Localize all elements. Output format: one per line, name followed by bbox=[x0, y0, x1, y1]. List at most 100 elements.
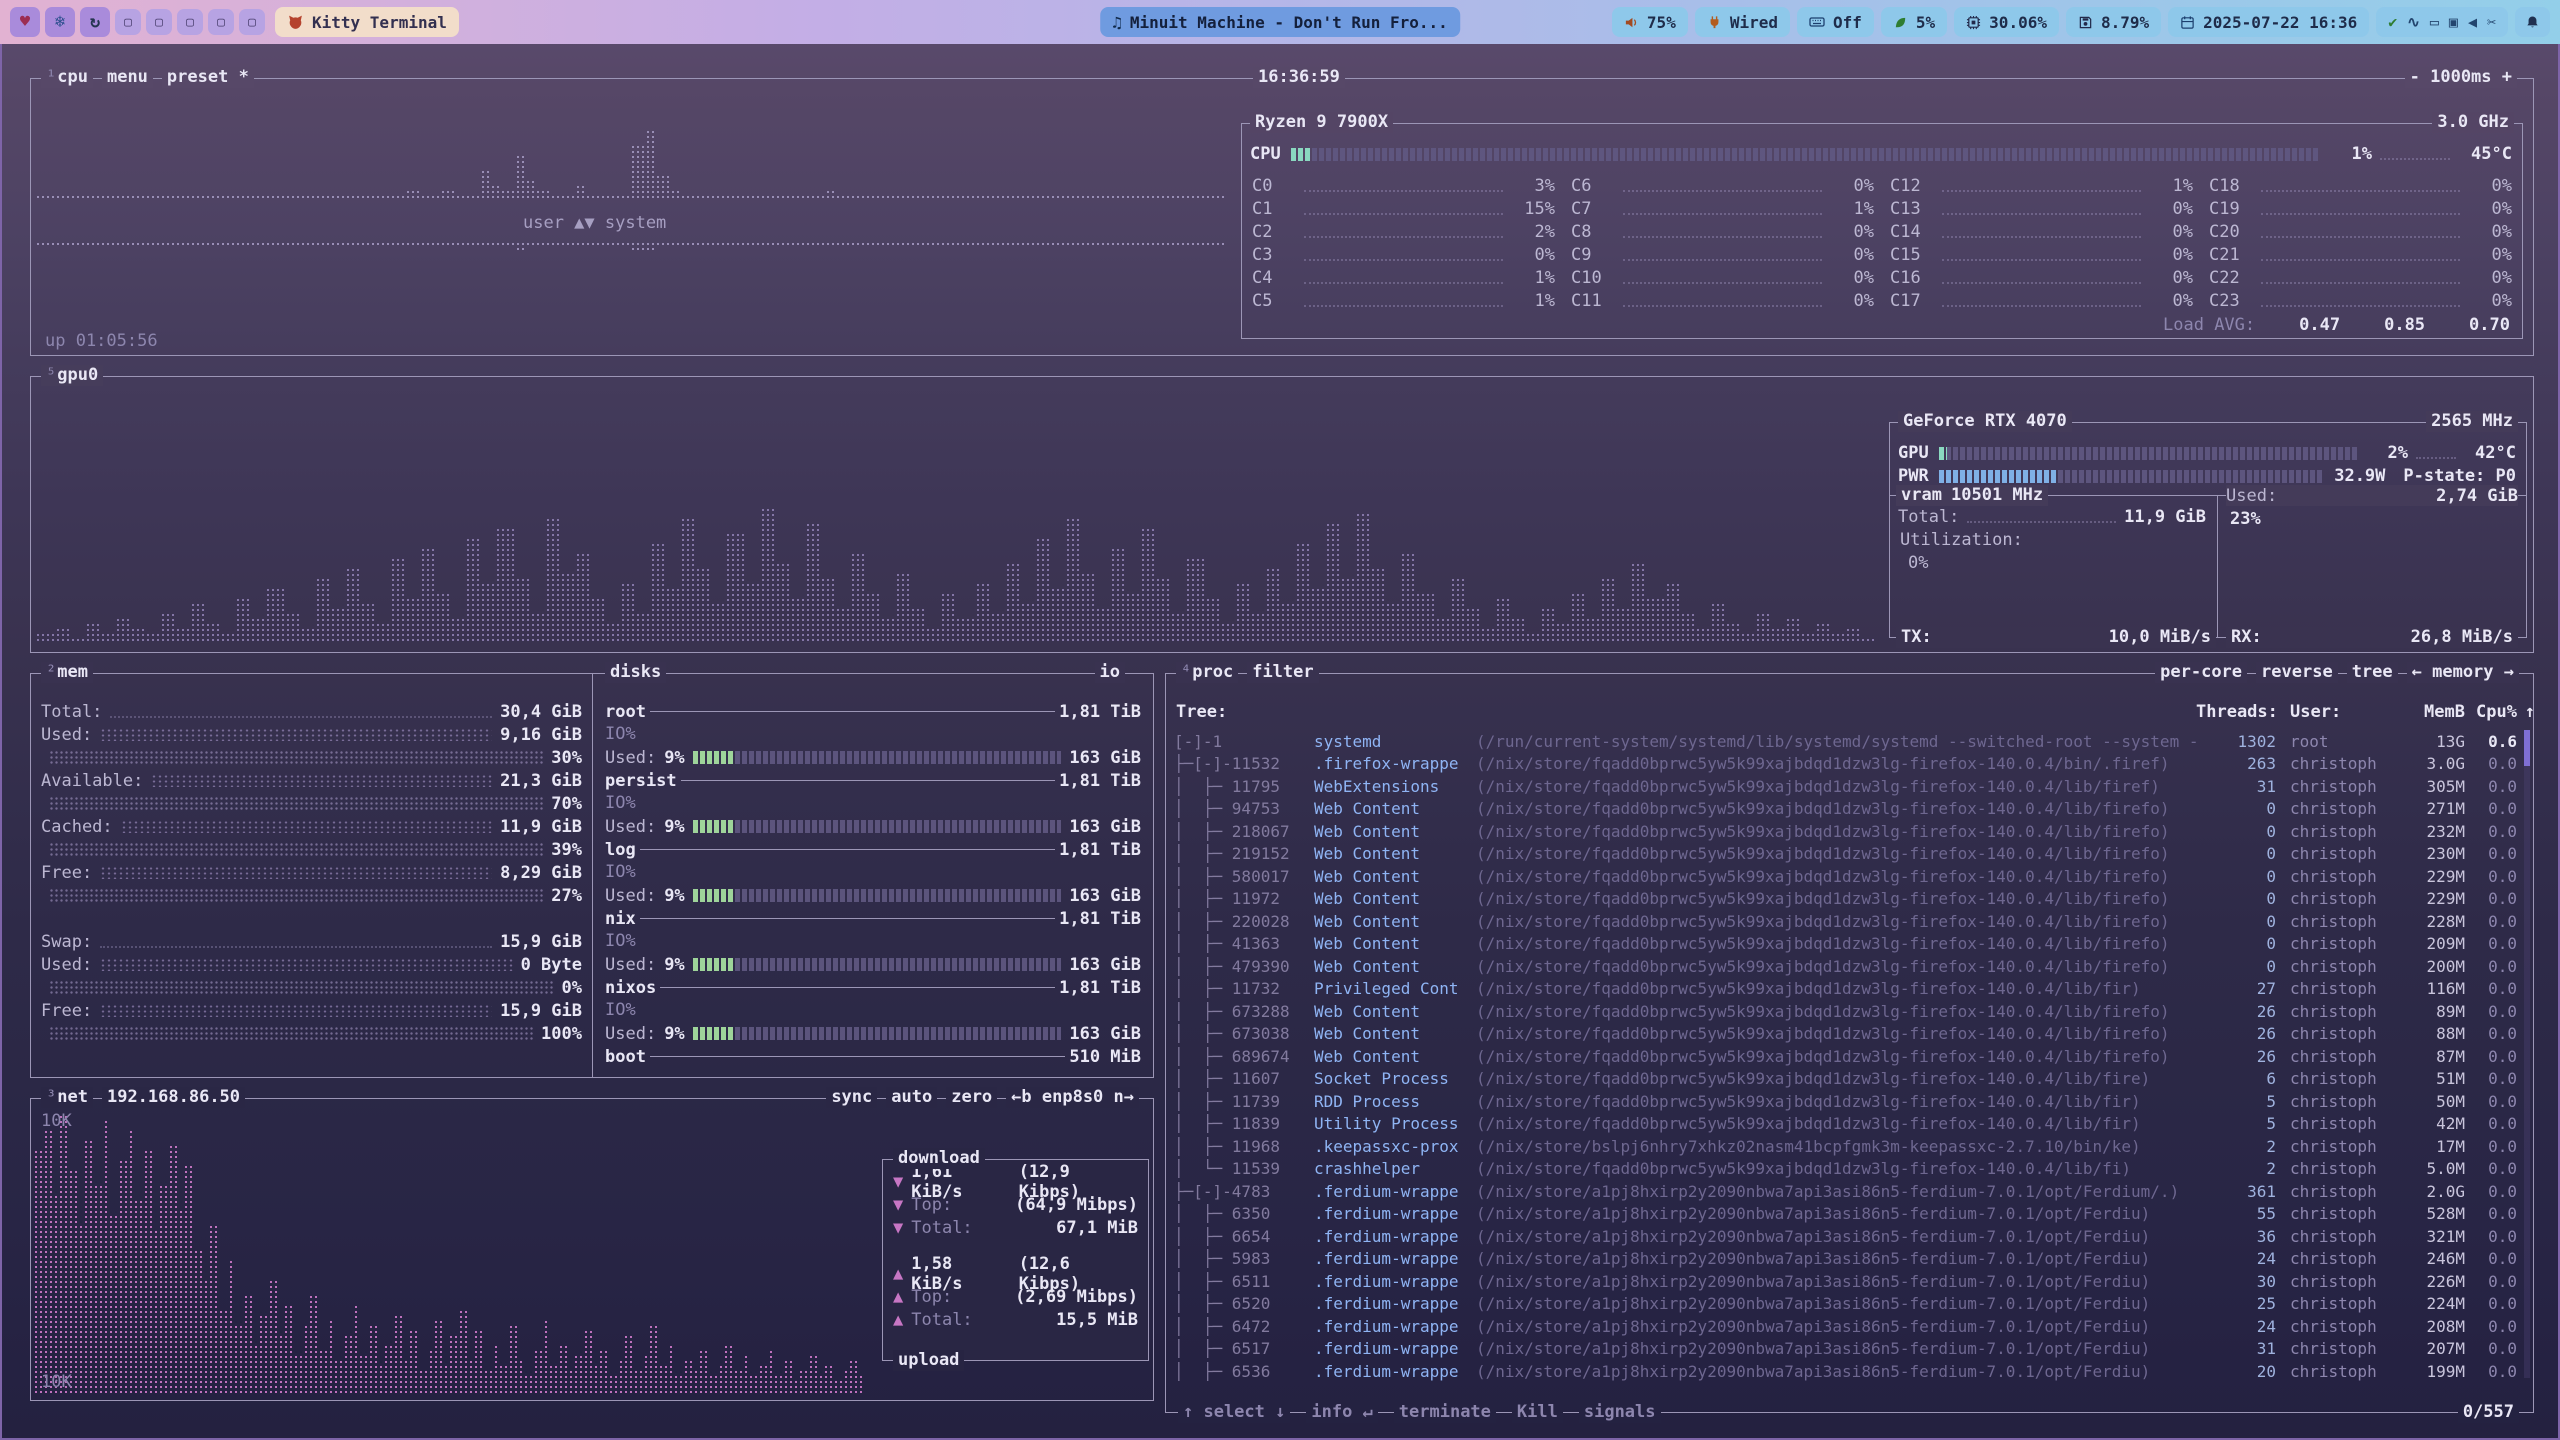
process-row[interactable]: │ └─ 11539 crashhelper (/nix/store/fqadd… bbox=[1174, 1158, 2517, 1181]
process-user: christoph bbox=[2276, 1092, 2391, 1111]
process-row[interactable]: │ ├─ 11795 WebExtensions (/nix/store/fqa… bbox=[1174, 775, 2517, 798]
disks-io-toggle[interactable]: io bbox=[1095, 662, 1125, 683]
tray-icon[interactable]: ✂ bbox=[2487, 13, 2496, 31]
process-row[interactable]: ├─[-]-4783 .ferdium-wrappe (/nix/store/a… bbox=[1174, 1180, 2517, 1203]
process-memory: 207M bbox=[2391, 1339, 2465, 1358]
launcher-icon[interactable]: ❄ bbox=[45, 7, 75, 37]
speaker-icon bbox=[1624, 15, 1639, 30]
network-toggle[interactable]: zero bbox=[946, 1087, 997, 1108]
gpu-pstate: P-state: P0 bbox=[2403, 466, 2516, 486]
header-tree[interactable]: Tree: bbox=[1176, 702, 1227, 722]
tray-icon[interactable]: ▣ bbox=[2449, 13, 2458, 31]
volume-module[interactable]: 75% bbox=[1612, 7, 1688, 37]
disk-separator: persist 1,81 TiB bbox=[593, 769, 1153, 792]
core-label: C3 bbox=[1252, 245, 1296, 265]
process-row[interactable]: │ ├─ 11607 Socket Process (/nix/store/fq… bbox=[1174, 1068, 2517, 1091]
launcher-icon[interactable]: ♥ bbox=[10, 7, 40, 37]
sort-selector[interactable]: ← memory → bbox=[2407, 662, 2519, 683]
process-footer-button[interactable]: terminate bbox=[1394, 1402, 1496, 1423]
core-row: C14 0% bbox=[1890, 220, 2193, 243]
process-row[interactable]: │ ├─ 6517 .ferdium-wrappe (/nix/store/a1… bbox=[1174, 1338, 2517, 1361]
process-row[interactable]: │ ├─ 219152 Web Content (/nix/store/fqad… bbox=[1174, 843, 2517, 866]
process-memory: 229M bbox=[2391, 867, 2465, 886]
process-row[interactable]: │ ├─ 11968 .keepassxc-prox (/nix/store/b… bbox=[1174, 1135, 2517, 1158]
launcher-icon[interactable]: ▢ bbox=[208, 9, 234, 35]
process-threads: 0 bbox=[2196, 822, 2276, 841]
memory-row: 100% bbox=[31, 1022, 592, 1045]
memory-row-graph bbox=[100, 958, 512, 971]
tray-icon[interactable]: ∿ bbox=[2407, 13, 2420, 31]
process-row[interactable]: │ ├─ 6654 .ferdium-wrappe (/nix/store/a1… bbox=[1174, 1225, 2517, 1248]
launcher-icon[interactable]: ▢ bbox=[115, 9, 141, 35]
process-row[interactable]: ├─[-]-11532 .firefox-wrappe (/nix/store/… bbox=[1174, 753, 2517, 776]
process-scrollbar-thumb[interactable] bbox=[2524, 730, 2530, 766]
launcher-icon[interactable]: ▢ bbox=[146, 9, 172, 35]
process-row[interactable]: │ ├─ 11839 Utility Process (/nix/store/f… bbox=[1174, 1113, 2517, 1136]
clock-module[interactable]: 2025-07-22 16:36 bbox=[2168, 7, 2369, 37]
process-row[interactable]: │ ├─ 6511 .ferdium-wrappe (/nix/store/a1… bbox=[1174, 1270, 2517, 1293]
process-scrollbar[interactable] bbox=[2524, 730, 2530, 1378]
core-row: C0 3% bbox=[1252, 174, 1555, 197]
process-row[interactable]: │ ├─ 580017 Web Content (/nix/store/fqad… bbox=[1174, 865, 2517, 888]
process-row[interactable]: │ ├─ 6520 .ferdium-wrappe (/nix/store/a1… bbox=[1174, 1293, 2517, 1316]
memory-module[interactable]: 30.06% bbox=[1954, 7, 2059, 37]
terminal-button[interactable]: Kitty Terminal bbox=[275, 7, 459, 37]
process-footer-button[interactable]: signals bbox=[1579, 1402, 1661, 1423]
launcher-icon[interactable]: ▢ bbox=[239, 9, 265, 35]
reverse-toggle[interactable]: reverse bbox=[2256, 662, 2338, 683]
process-row[interactable]: │ ├─ 11732 Privileged Cont (/nix/store/f… bbox=[1174, 978, 2517, 1001]
menu-button[interactable]: menu bbox=[102, 67, 153, 88]
tray-icon[interactable]: ◀ bbox=[2468, 13, 2477, 31]
scroll-up-indicator[interactable]: ↑ bbox=[2525, 702, 2535, 722]
process-threads: 263 bbox=[2196, 754, 2276, 773]
header-threads[interactable]: Threads: bbox=[2196, 702, 2276, 722]
launcher-icon[interactable]: ↻ bbox=[80, 7, 110, 37]
tray-icon[interactable]: ✔ bbox=[2388, 13, 2397, 31]
disk-entry: log 1,81 TiB IO% Used: 9% 163 GiB bbox=[593, 838, 1153, 907]
cpu-module[interactable]: 5% bbox=[1881, 7, 1947, 37]
header-user[interactable]: User: bbox=[2276, 702, 2391, 722]
tree-toggle[interactable]: tree bbox=[2347, 662, 2398, 683]
update-interval-control[interactable]: - 1000ms + bbox=[2405, 67, 2517, 88]
process-row[interactable]: │ ├─ 11739 RDD Process (/nix/store/fqadd… bbox=[1174, 1090, 2517, 1113]
process-row[interactable]: │ ├─ 673288 Web Content (/nix/store/fqad… bbox=[1174, 1000, 2517, 1023]
per-core-toggle[interactable]: per-core bbox=[2155, 662, 2247, 683]
process-row[interactable]: │ ├─ 689674 Web Content (/nix/store/fqad… bbox=[1174, 1045, 2517, 1068]
tray-icon[interactable]: ▭ bbox=[2430, 13, 2439, 31]
process-memory: 42M bbox=[2391, 1114, 2465, 1133]
network-toggle[interactable]: auto bbox=[886, 1087, 937, 1108]
filter-button[interactable]: filter bbox=[1247, 662, 1318, 683]
process-row[interactable]: [-]-1 systemd (/run/current-system/syste… bbox=[1174, 730, 2517, 753]
process-footer-button[interactable]: info ↵ bbox=[1306, 1402, 1377, 1423]
process-row[interactable]: │ ├─ 220028 Web Content (/nix/store/fqad… bbox=[1174, 910, 2517, 933]
process-row[interactable]: │ ├─ 673038 Web Content (/nix/store/fqad… bbox=[1174, 1023, 2517, 1046]
process-row[interactable]: │ ├─ 41363 Web Content (/nix/store/fqadd… bbox=[1174, 933, 2517, 956]
header-cpu[interactable]: Cpu% bbox=[2465, 702, 2517, 722]
header-memory[interactable]: MemB bbox=[2391, 702, 2465, 722]
disk-module[interactable]: 8.79% bbox=[2066, 7, 2161, 37]
preset-button[interactable]: preset * bbox=[162, 67, 254, 88]
process-row[interactable]: │ ├─ 218067 Web Content (/nix/store/fqad… bbox=[1174, 820, 2517, 843]
process-row[interactable]: │ ├─ 6350 .ferdium-wrappe (/nix/store/a1… bbox=[1174, 1203, 2517, 1226]
process-row[interactable]: │ ├─ 94753 Web Content (/nix/store/fqadd… bbox=[1174, 798, 2517, 821]
media-button[interactable]: ♫ Minuit Machine - Don't Run Fro... bbox=[1100, 7, 1460, 37]
process-cpu: 0.0 bbox=[2465, 1159, 2517, 1178]
network-toggle[interactable]: sync bbox=[826, 1087, 877, 1108]
process-command: (/nix/store/a1pj8hxirp2y2090nbwa7api3asi… bbox=[1476, 1249, 2196, 1268]
process-footer-button[interactable]: ↑ select ↓ bbox=[1178, 1402, 1290, 1423]
network-module[interactable]: Wired bbox=[1695, 7, 1790, 37]
process-row[interactable]: │ ├─ 11972 Web Content (/nix/store/fqadd… bbox=[1174, 888, 2517, 911]
notifications-button[interactable] bbox=[2515, 7, 2550, 37]
process-row[interactable]: │ ├─ 5983 .ferdium-wrappe (/nix/store/a1… bbox=[1174, 1248, 2517, 1271]
process-row[interactable]: │ ├─ 6472 .ferdium-wrappe (/nix/store/a1… bbox=[1174, 1315, 2517, 1338]
process-footer-button[interactable]: Kill bbox=[1512, 1402, 1563, 1423]
core-label: C4 bbox=[1252, 268, 1296, 288]
network-toggle[interactable]: ←b enp8s0 n→ bbox=[1006, 1087, 1139, 1108]
process-row[interactable]: │ ├─ 479390 Web Content (/nix/store/fqad… bbox=[1174, 955, 2517, 978]
keyboard-module[interactable]: Off bbox=[1797, 7, 1874, 37]
process-user: christoph bbox=[2276, 1294, 2391, 1313]
disks-label: disks bbox=[605, 662, 666, 683]
process-row[interactable]: │ ├─ 6536 .ferdium-wrappe (/nix/store/a1… bbox=[1174, 1360, 2517, 1383]
process-command: (/nix/store/fqadd0bprwc5yw5k99xajbdqd1dz… bbox=[1476, 1002, 2196, 1021]
launcher-icon[interactable]: ▢ bbox=[177, 9, 203, 35]
